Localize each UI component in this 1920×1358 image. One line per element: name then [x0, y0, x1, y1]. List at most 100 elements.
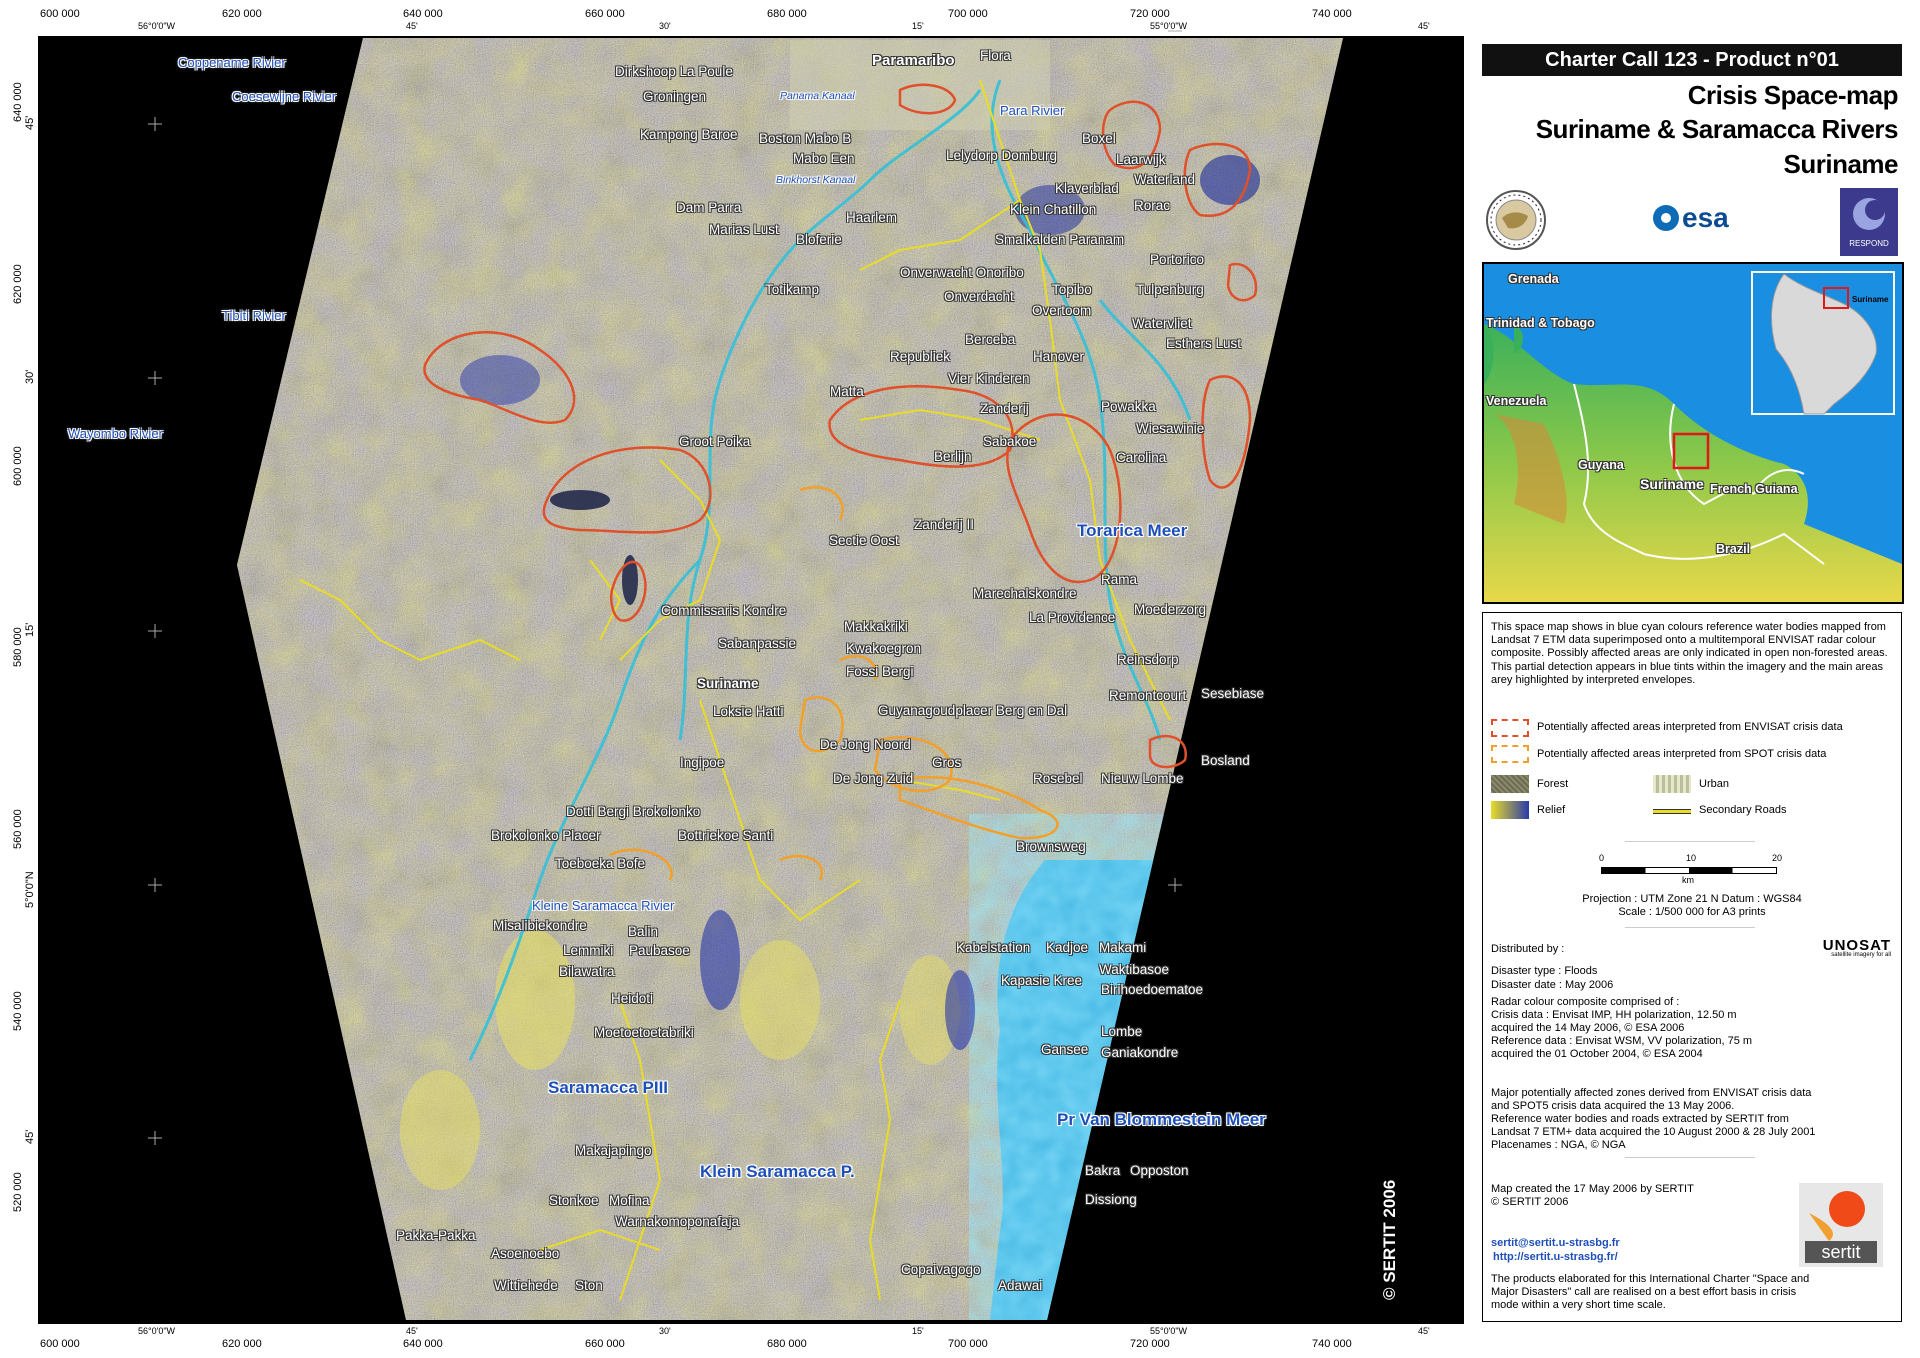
- inset-label: Venezuela: [1486, 394, 1547, 408]
- y-label: 620 000: [1452, 248, 1464, 288]
- place-label: La Providence: [1029, 610, 1116, 625]
- place-label: Wittiehede: [494, 1278, 558, 1293]
- place-label: Bloferie: [796, 232, 842, 247]
- legend-spot-label: Potentially affected areas interpreted f…: [1537, 748, 1827, 760]
- place-label: Carolina: [1116, 450, 1167, 465]
- deg-label: 30': [659, 1326, 671, 1336]
- radar-line: Radar colour composite comprised of :: [1491, 996, 1680, 1008]
- place-label: Flora: [980, 48, 1011, 63]
- legend-relief-label: Relief: [1537, 804, 1566, 816]
- place-label: Totikamp: [765, 282, 820, 297]
- place-label: Makkakriki: [844, 619, 908, 634]
- disaster-type: Disaster type : Floods: [1491, 965, 1598, 977]
- place-label: Heidoti: [611, 991, 654, 1006]
- place-label: Sabakoe: [983, 434, 1037, 449]
- y-label: 600 000: [1452, 430, 1464, 470]
- x-label: 640 000: [403, 1338, 443, 1350]
- place-label: Republiek: [890, 349, 951, 364]
- esa-icon: esa: [1653, 202, 1729, 233]
- place-label: Zanderij II: [914, 517, 975, 532]
- roads-swatch: [1653, 809, 1691, 814]
- place-label: Loksie Hatti: [713, 704, 784, 719]
- place-label: Moederzorg: [1134, 602, 1207, 617]
- scale-bar: [1601, 867, 1777, 874]
- inset-label: Grenada: [1508, 272, 1559, 286]
- place-label: Birihoedoematoe: [1101, 982, 1204, 997]
- urban-swatch: [1653, 775, 1691, 793]
- place-label: Lombe: [1101, 1024, 1143, 1039]
- y-label: 520 000: [1452, 1156, 1464, 1196]
- distributed-by-text: Distributed by :: [1491, 943, 1565, 955]
- place-label: Berlijn: [934, 449, 972, 464]
- relief-swatch: [1491, 801, 1529, 819]
- x-label: 740 000: [1312, 8, 1352, 20]
- sertit-logo: sertit: [1799, 1183, 1883, 1267]
- legend-urban-label: Urban: [1699, 778, 1729, 790]
- place-label: Portorico: [1150, 252, 1205, 267]
- x-label: 680 000: [767, 1338, 807, 1350]
- place-label: Tulpenburg: [1136, 282, 1204, 297]
- zones-line: Major potentially affected zones derived…: [1491, 1087, 1812, 1099]
- place-label: Fossi Bergi: [846, 664, 914, 679]
- place-label: Berceba: [965, 332, 1016, 347]
- x-label: 700 000: [948, 1338, 988, 1350]
- place-label: Copaivagogo: [901, 1262, 981, 1277]
- x-label: 740 000: [1312, 1338, 1352, 1350]
- zones-line: Placenames : NGA, © NGA: [1491, 1139, 1626, 1151]
- place-label: Sabanpassie: [718, 636, 797, 651]
- unosat-subtext: satellite imagery for all: [1831, 952, 1891, 958]
- divider: [1625, 1157, 1755, 1158]
- website-link[interactable]: http://sertit.u-strasbg.fr/: [1493, 1251, 1618, 1264]
- x-label: 660 000: [585, 8, 625, 20]
- radar-line: acquired the 14 May 2006, © ESA 2006: [1491, 1022, 1685, 1034]
- y-label: 560 000: [1452, 793, 1464, 833]
- y-label: 560 000: [12, 809, 24, 849]
- place-label: Stonkoe: [549, 1193, 599, 1208]
- place-label: Remontcourt: [1109, 688, 1187, 703]
- location-inset-map[interactable]: Suriname Grenada Trinidad & Tobago Venez…: [1482, 262, 1904, 604]
- scale-tick: 0: [1599, 853, 1605, 863]
- place-label: Waterland: [1134, 172, 1196, 187]
- place-label: Esthers Lust: [1166, 336, 1242, 351]
- place-label: Smalkalden Paranam: [995, 232, 1125, 247]
- email-link[interactable]: sertit@sertit.u-strasbg.fr: [1491, 1237, 1620, 1250]
- place-label: Opposton: [1130, 1163, 1189, 1178]
- deg-label: 45': [1418, 21, 1430, 31]
- place-label: Lemmiki: [563, 943, 614, 958]
- disaster-date: Disaster date : May 2006: [1491, 979, 1614, 991]
- divider: [1625, 841, 1755, 842]
- place-label: Powakka: [1101, 399, 1156, 414]
- place-label: Groot Poika: [679, 434, 751, 449]
- water-label: Torarica Meer: [1077, 521, 1188, 540]
- place-label: Warnakomoponafaja: [615, 1214, 740, 1229]
- created-line: Map created the 17 May 2006 by SERTIT: [1491, 1183, 1694, 1195]
- deg-label: 15': [1440, 623, 1452, 638]
- river-label: Panama Kanaal: [780, 90, 855, 102]
- place-label: Paramaribo: [872, 52, 955, 69]
- unosat-logo: UNOSAT satellite imagery for all: [1823, 937, 1891, 958]
- place-label: Topibo: [1052, 282, 1092, 297]
- map-copyright: © SERTIT 2006: [1380, 1179, 1399, 1300]
- radar-line: Reference data : Envisat WSM, VV polariz…: [1491, 1035, 1753, 1047]
- place-label: Onverdacht: [944, 289, 1014, 304]
- esa-logo: esa: [1644, 196, 1744, 240]
- x-label: 720 000: [1130, 8, 1170, 20]
- place-label: Marechalskondre: [973, 586, 1077, 601]
- footer-line: The products elaborated for this Interna…: [1491, 1273, 1810, 1285]
- deg-label: 5°0'0"N: [24, 871, 36, 908]
- river-label: Binkhorst Kanaal: [776, 174, 856, 186]
- place-label: Brownsweg: [1016, 839, 1086, 854]
- x-label: 600 000: [40, 1338, 80, 1350]
- deg-label: 15': [24, 622, 36, 637]
- legend-roads-label: Secondary Roads: [1699, 804, 1787, 816]
- place-label: Toeboeka Bofe: [555, 856, 646, 871]
- respond-logo: RESPOND: [1840, 188, 1898, 256]
- deg-label: 45': [1418, 1326, 1430, 1336]
- deg-label: 55°0'0"W: [1150, 21, 1188, 31]
- place-label: Sesebiase: [1201, 686, 1265, 701]
- place-label: Pakka-Pakka: [396, 1228, 476, 1243]
- created-line: © SERTIT 2006: [1491, 1196, 1569, 1208]
- x-label: 700 000: [948, 8, 988, 20]
- y-label: 600 000: [12, 446, 24, 486]
- scale-text: Scale : 1/500 000 for A3 prints: [1618, 906, 1766, 918]
